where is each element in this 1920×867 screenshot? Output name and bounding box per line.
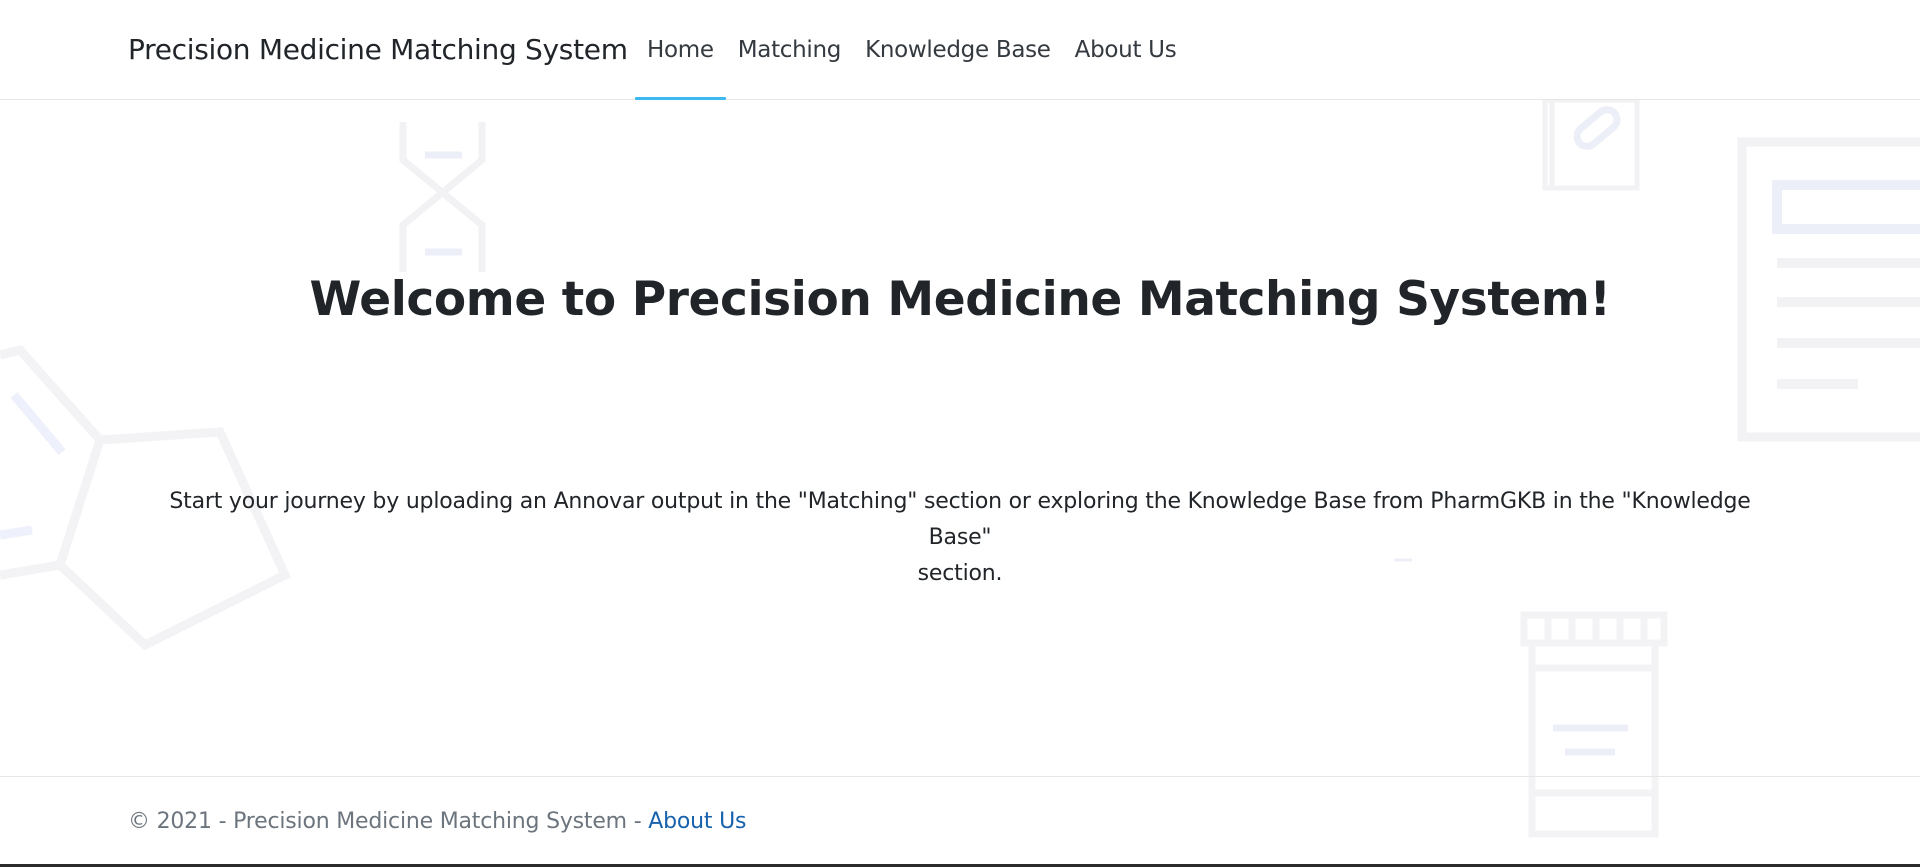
nav-home[interactable]: Home bbox=[635, 0, 726, 100]
nav-matching[interactable]: Matching bbox=[726, 0, 853, 99]
footer-text: © 2021 - Precision Medicine Matching Sys… bbox=[128, 807, 746, 837]
nav-knowledge-base-label: Knowledge Base bbox=[865, 36, 1051, 63]
top-navbar: Precision Medicine Matching System Home … bbox=[0, 0, 1920, 100]
nav-matching-label: Matching bbox=[737, 36, 842, 63]
nav-about-us[interactable]: About Us bbox=[1063, 0, 1189, 99]
main-nav: Home Matching Knowledge Base About Us bbox=[635, 0, 1189, 100]
page: Precision Medicine Matching System Home … bbox=[0, 0, 1920, 867]
brand-link[interactable]: Precision Medicine Matching System bbox=[128, 32, 628, 68]
nav-about-us-label: About Us bbox=[1074, 36, 1177, 63]
main-content: Welcome to Precision Medicine Matching S… bbox=[0, 100, 1920, 776]
welcome-title: Welcome to Precision Medicine Matching S… bbox=[309, 272, 1611, 327]
footer: © 2021 - Precision Medicine Matching Sys… bbox=[0, 776, 1920, 865]
intro-text: Start your journey by uploading an Annov… bbox=[140, 484, 1780, 592]
intro-text-line-1: Start your journey by uploading an Annov… bbox=[169, 489, 1751, 550]
intro-text-line-2: section. bbox=[917, 561, 1003, 586]
footer-copyright: © 2021 - Precision Medicine Matching Sys… bbox=[128, 809, 649, 834]
nav-home-label: Home bbox=[647, 36, 714, 63]
nav-knowledge-base[interactable]: Knowledge Base bbox=[853, 0, 1063, 99]
footer-about-link[interactable]: About Us bbox=[648, 809, 746, 834]
